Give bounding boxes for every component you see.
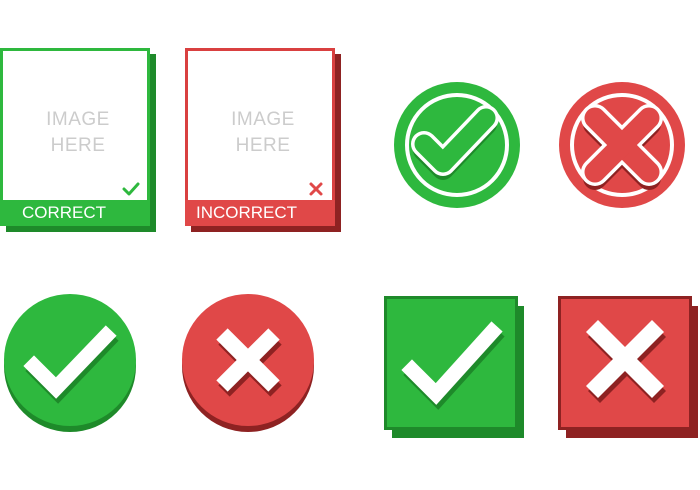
- square-cross-icon: [558, 296, 698, 438]
- round-cross-icon: [182, 294, 314, 432]
- correct-label: CORRECT: [0, 200, 150, 226]
- incorrect-card: IMAGE HERE INCORRECT: [185, 48, 341, 232]
- small-cross-icon: [309, 182, 323, 196]
- correct-card: IMAGE HERE CORRECT: [0, 48, 156, 232]
- square-check-icon: [384, 296, 524, 438]
- placeholder-line-2: HERE: [235, 135, 291, 156]
- round-outlined-cross-icon: [559, 82, 685, 208]
- round-check-icon: [4, 294, 136, 432]
- placeholder-line-2: HERE: [50, 135, 106, 156]
- image-placeholder-text: IMAGE HERE: [188, 107, 338, 159]
- round-outlined-check-icon: [394, 82, 520, 208]
- placeholder-line-1: IMAGE: [231, 109, 295, 130]
- placeholder-line-1: IMAGE: [46, 109, 110, 130]
- image-placeholder-text: IMAGE HERE: [3, 107, 153, 159]
- incorrect-label: INCORRECT: [185, 200, 335, 226]
- small-check-icon: [122, 182, 140, 196]
